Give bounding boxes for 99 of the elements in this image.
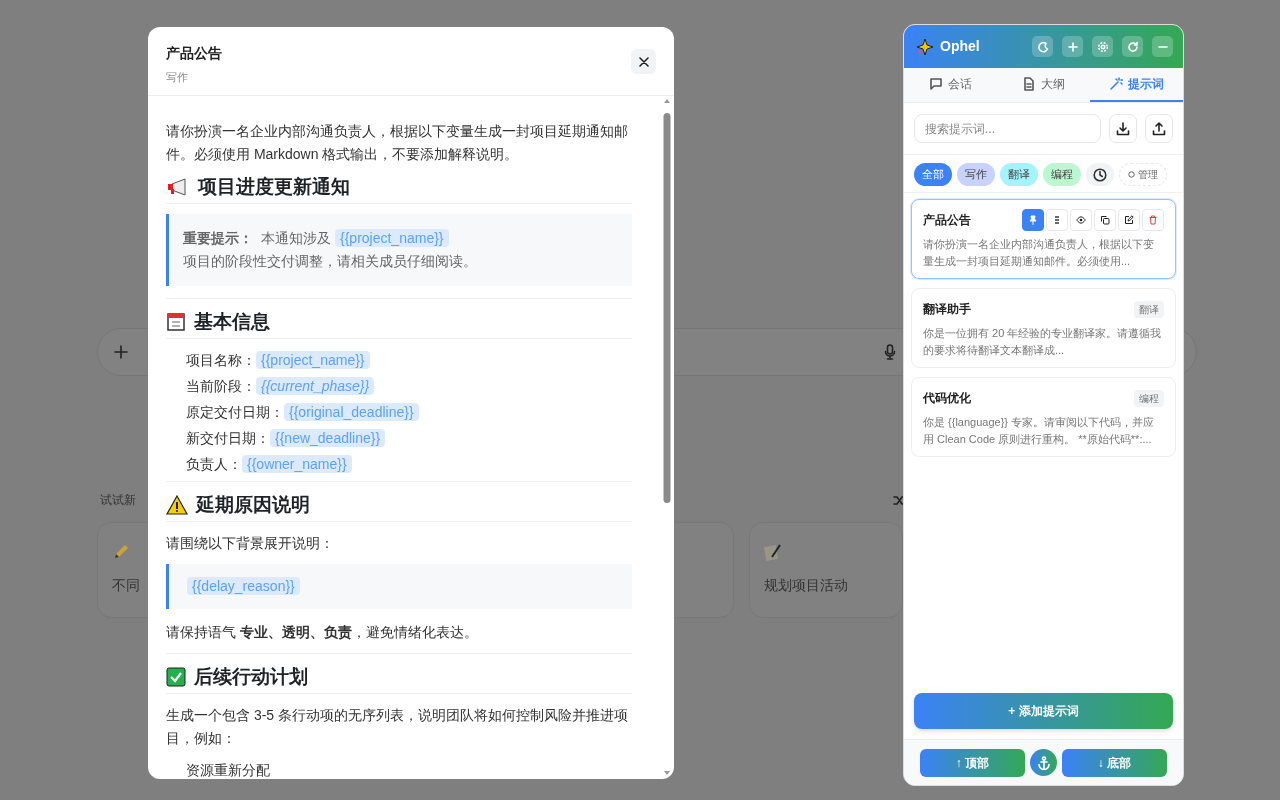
chat-icon bbox=[929, 77, 943, 91]
new-button[interactable] bbox=[1062, 36, 1083, 57]
prompt-preview: 请你扮演一名企业内部沟通负责人，根据以下变量生成一封项目延期通知邮件。必须使用... bbox=[923, 237, 1155, 269]
plus-icon bbox=[1066, 40, 1079, 53]
refresh-button[interactable] bbox=[1122, 36, 1143, 57]
sparkle-icon bbox=[916, 37, 934, 56]
shuffle-icon bbox=[893, 494, 905, 506]
list-item: 资源重新分配 bbox=[186, 762, 270, 778]
pin-button[interactable] bbox=[1022, 209, 1044, 231]
category-chip[interactable]: 编程 bbox=[1043, 163, 1081, 186]
search-field[interactable]: 搜索提示词... bbox=[914, 114, 1101, 143]
section-heading: 后续行动计划 bbox=[194, 665, 308, 688]
category-tag: 翻译 bbox=[1134, 300, 1164, 318]
card-label: 不同 bbox=[112, 576, 140, 595]
edit-button[interactable] bbox=[1118, 209, 1140, 231]
import-button[interactable] bbox=[1109, 114, 1137, 143]
panel-tab[interactable]: 会话 bbox=[904, 68, 997, 102]
section-heading: 项目进度更新通知 bbox=[198, 175, 350, 198]
refresh-icon bbox=[1126, 40, 1139, 53]
callout-text: 本通知涉及 bbox=[261, 230, 331, 246]
scroll-bottom-button[interactable]: ↓ 底部 bbox=[1062, 748, 1167, 777]
variable-tag: {{current_phase}} bbox=[256, 377, 375, 395]
field-label: 项目名称： bbox=[186, 352, 256, 368]
grip-icon bbox=[1052, 215, 1062, 225]
callout-label: 重要提示： bbox=[183, 230, 253, 246]
prompt-title: 产品公告 bbox=[923, 212, 971, 229]
field-label: 当前阶段： bbox=[186, 378, 256, 394]
add-prompt-button[interactable]: + 添加提示词 bbox=[914, 693, 1173, 729]
export-button[interactable] bbox=[1145, 114, 1173, 143]
document-icon bbox=[1022, 77, 1036, 91]
copy-button[interactable] bbox=[1094, 209, 1116, 231]
prompt-preview: 你是一位拥有 20 年经验的专业翻译家。请遵循我的要求将待翻译文本翻译成... bbox=[923, 326, 1163, 358]
field-label: 新交付日期： bbox=[186, 430, 270, 446]
variable-tag: {{original_deadline}} bbox=[284, 403, 419, 421]
preview-button[interactable] bbox=[1070, 209, 1092, 231]
settings-button[interactable] bbox=[1092, 36, 1113, 57]
recent-button[interactable] bbox=[1086, 163, 1114, 186]
settings-icon bbox=[1096, 40, 1109, 53]
callout-text: 相关成员仔细阅读。 bbox=[351, 253, 477, 269]
suggestion-card[interactable]: 规划项目活动 bbox=[749, 522, 903, 618]
pencil-icon bbox=[112, 542, 130, 561]
variable-tag: {{project_name}} bbox=[256, 351, 370, 369]
moon-icon bbox=[1036, 40, 1049, 53]
anchor-button[interactable] bbox=[1030, 749, 1057, 776]
anchor-icon bbox=[1036, 755, 1051, 770]
prompt-paragraph: 生成一个包含 3-5 条行动项的无序列表，说明团队将如何控制风险并推进项目，例如： bbox=[166, 706, 629, 748]
download-icon bbox=[1116, 121, 1130, 136]
panel-tab[interactable]: 提示词 bbox=[1090, 68, 1183, 102]
category-tag: 编程 bbox=[1134, 389, 1164, 407]
prompt-card[interactable]: 产品公告 请你扮演一名企业内部沟通负责人，根据以下变量生成一封项目延期通知邮件。必须使用... bbox=[911, 199, 1176, 279]
variable-tag: {{owner_name}} bbox=[242, 455, 352, 473]
scroll-top-button[interactable]: ↑ 顶部 bbox=[920, 748, 1025, 777]
category-chip[interactable]: 翻译 bbox=[1000, 163, 1038, 186]
minimize-button[interactable] bbox=[1152, 36, 1173, 57]
edit-icon bbox=[1124, 215, 1134, 225]
copy-icon bbox=[1100, 215, 1110, 225]
warning-icon bbox=[166, 494, 188, 515]
circle-icon bbox=[1128, 171, 1135, 178]
field-label: 原定交付日期： bbox=[186, 404, 284, 420]
clock-icon bbox=[1093, 167, 1107, 182]
variable-tag: {{project_name}} bbox=[335, 229, 449, 247]
pin-icon bbox=[1028, 215, 1038, 225]
prompt-paragraph: 请你扮演一名企业内部沟通负责人，根据以下变量生成一封项目延期通知邮件。必须使用 Markdown 格式输出，不要添加解释说明。 bbox=[166, 122, 629, 164]
section-heading: 延期原因说明 bbox=[196, 493, 310, 516]
section-heading: 基本信息 bbox=[194, 310, 270, 333]
dialog-subtitle: 写作 bbox=[166, 70, 188, 85]
prompt-card[interactable]: 代码优化 编程 你是 {{language}} 专家。请审阅以下代码，并应用 Clean Code 原则进行重构。 **原始代码**:... bbox=[911, 377, 1176, 457]
prompt-card[interactable]: 翻译助手 翻译 你是一位拥有 20 年经验的专业翻译家。请遵循我的要求将待翻译文本翻译成... bbox=[911, 288, 1176, 368]
prompt-title: 代码优化 bbox=[923, 390, 971, 407]
manage-button[interactable]: 管理 bbox=[1119, 163, 1167, 186]
prompt-title: 翻译助手 bbox=[923, 301, 971, 318]
field-label: 负责人： bbox=[186, 456, 242, 472]
callout-text: 项目的阶段性交付调整，请 bbox=[183, 253, 351, 269]
eye-icon bbox=[1076, 215, 1086, 225]
close-icon bbox=[638, 56, 649, 67]
card-label: 规划项目活动 bbox=[764, 576, 848, 595]
variable-tag: {{delay_reason}} bbox=[187, 577, 300, 595]
close-button[interactable] bbox=[631, 49, 656, 74]
wand-icon bbox=[1109, 77, 1123, 91]
panel-tab[interactable]: 大纲 bbox=[997, 68, 1090, 102]
trash-icon bbox=[1148, 215, 1158, 225]
brand-name: Ophel bbox=[940, 37, 980, 56]
delete-button[interactable] bbox=[1142, 209, 1164, 231]
theme-toggle-button[interactable] bbox=[1032, 36, 1053, 57]
variable-tag: {{new_deadline}} bbox=[270, 429, 386, 447]
calendar-icon bbox=[166, 311, 186, 332]
dialog-title: 产品公告 bbox=[166, 44, 222, 63]
prompt-paragraph: 请围绕以下背景展开说明： bbox=[166, 534, 335, 553]
upload-icon bbox=[1152, 121, 1166, 136]
section-label: 试试新 bbox=[100, 492, 136, 509]
prompt-paragraph: 请保持语气 专业、透明、负责，避免情绪化表达。 bbox=[166, 623, 479, 642]
drag-handle[interactable] bbox=[1046, 209, 1068, 231]
category-chip[interactable]: 写作 bbox=[957, 163, 995, 186]
microphone-icon bbox=[884, 344, 896, 360]
memo-icon bbox=[764, 542, 782, 561]
check-icon bbox=[166, 666, 186, 687]
prompt-preview: 你是 {{language}} 专家。请审阅以下代码，并应用 Clean Code 原则进行重构。 **原始代码**:... bbox=[923, 415, 1156, 447]
plus-icon bbox=[114, 345, 128, 359]
category-chip[interactable]: 全部 bbox=[914, 163, 952, 186]
